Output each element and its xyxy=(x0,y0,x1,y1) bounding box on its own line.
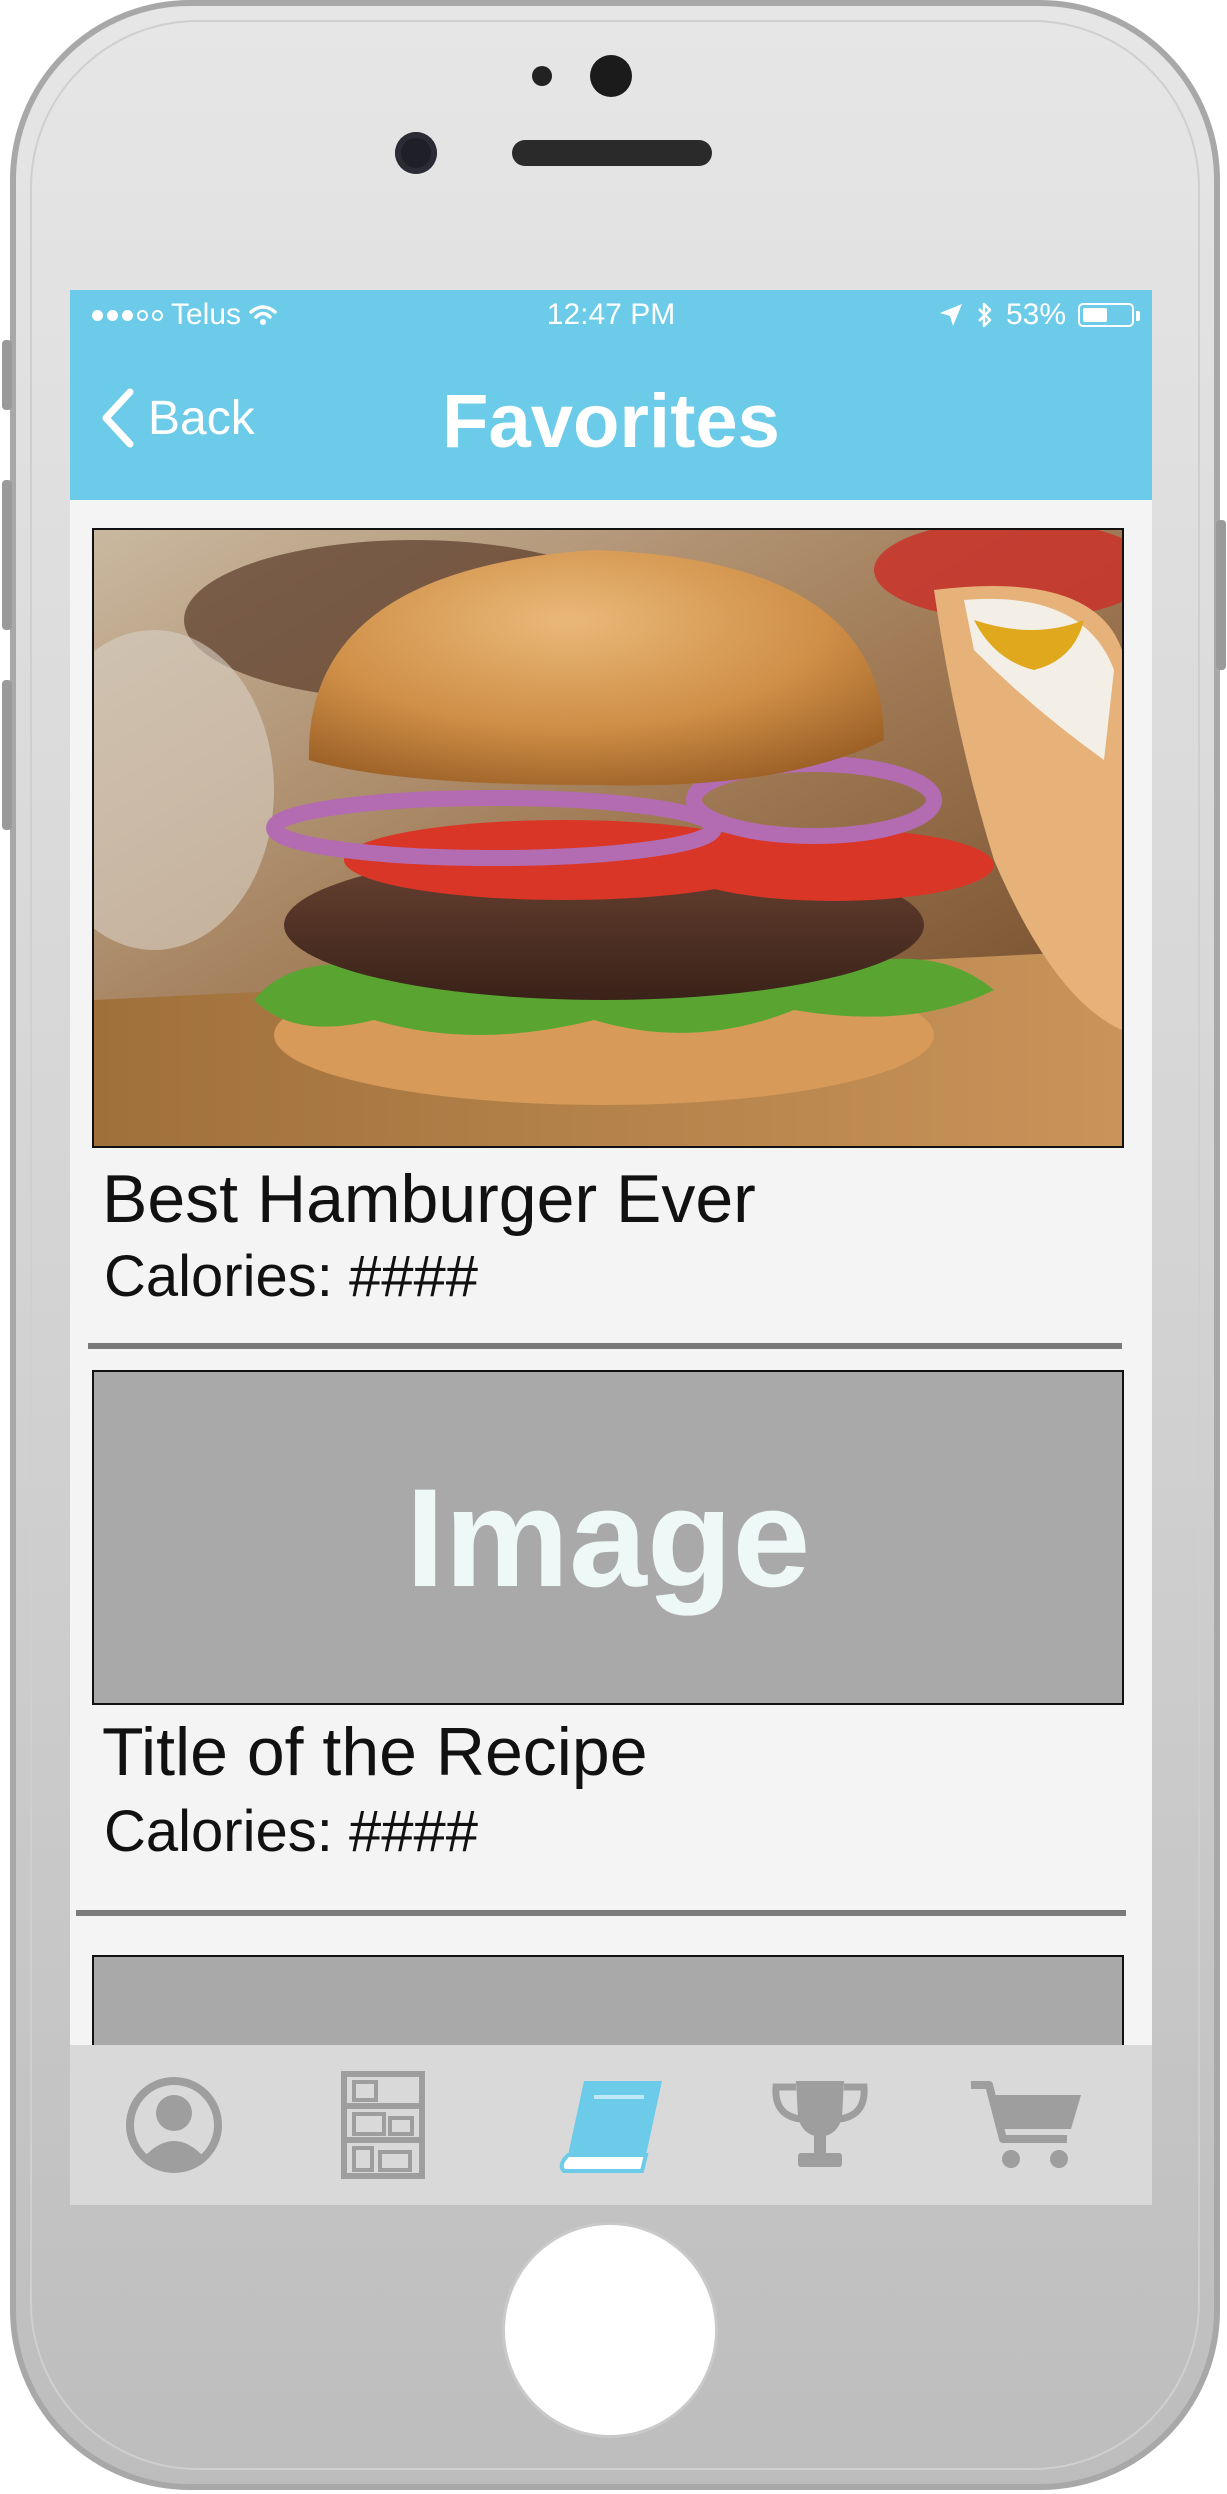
recipe-image-placeholder[interactable]: Image xyxy=(92,1370,1124,1705)
tab-achievements[interactable] xyxy=(760,2065,880,2185)
mute-switch xyxy=(2,340,12,410)
trophy-icon xyxy=(772,2081,868,2167)
recipe-calories: Calories: #### xyxy=(104,1799,478,1864)
tab-pantry[interactable] xyxy=(323,2065,443,2185)
earpiece-speaker xyxy=(512,140,712,166)
tab-profile[interactable] xyxy=(114,2065,234,2185)
volume-down-button xyxy=(2,680,12,830)
sensor-dot xyxy=(532,66,552,86)
recipe-book-icon xyxy=(559,2081,662,2173)
recipe-calories: Calories: #### xyxy=(104,1244,478,1309)
tab-bar xyxy=(70,2045,1152,2205)
list-divider xyxy=(88,1343,1122,1349)
app-screen: Telus 12:47 PM 53% Back Favorites Best H… xyxy=(70,290,1152,2205)
hamburger-photo[interactable] xyxy=(92,528,1124,1148)
hamburger-image xyxy=(94,530,1122,1146)
tab-recipes[interactable] xyxy=(553,2065,673,2185)
list-divider xyxy=(76,1910,1126,1916)
recipe-title[interactable]: Best Hamburger Ever xyxy=(102,1160,756,1238)
battery-percent: 53% xyxy=(1005,298,1066,331)
recipe-title[interactable]: Title of the Recipe xyxy=(102,1713,648,1791)
profile-icon xyxy=(126,2077,222,2173)
tab-shopping[interactable] xyxy=(966,2065,1086,2185)
battery-icon xyxy=(1078,303,1140,327)
status-bar: Telus 12:47 PM 53% xyxy=(70,290,1152,340)
bluetooth-icon xyxy=(978,302,992,328)
proximity-sensor xyxy=(395,132,437,174)
status-indicators: 53% xyxy=(938,298,1140,332)
front-camera xyxy=(590,55,632,97)
image-placeholder-label: Image xyxy=(405,1458,811,1616)
power-button xyxy=(1216,520,1226,670)
home-button[interactable] xyxy=(505,2225,715,2435)
location-arrow-icon xyxy=(939,304,962,326)
shelves-icon xyxy=(341,2071,425,2179)
page-title: Favorites xyxy=(442,379,780,464)
volume-up-button xyxy=(2,480,12,630)
shopping-cart-icon xyxy=(971,2081,1081,2168)
navigation-bar: Back Favorites xyxy=(70,340,1152,500)
